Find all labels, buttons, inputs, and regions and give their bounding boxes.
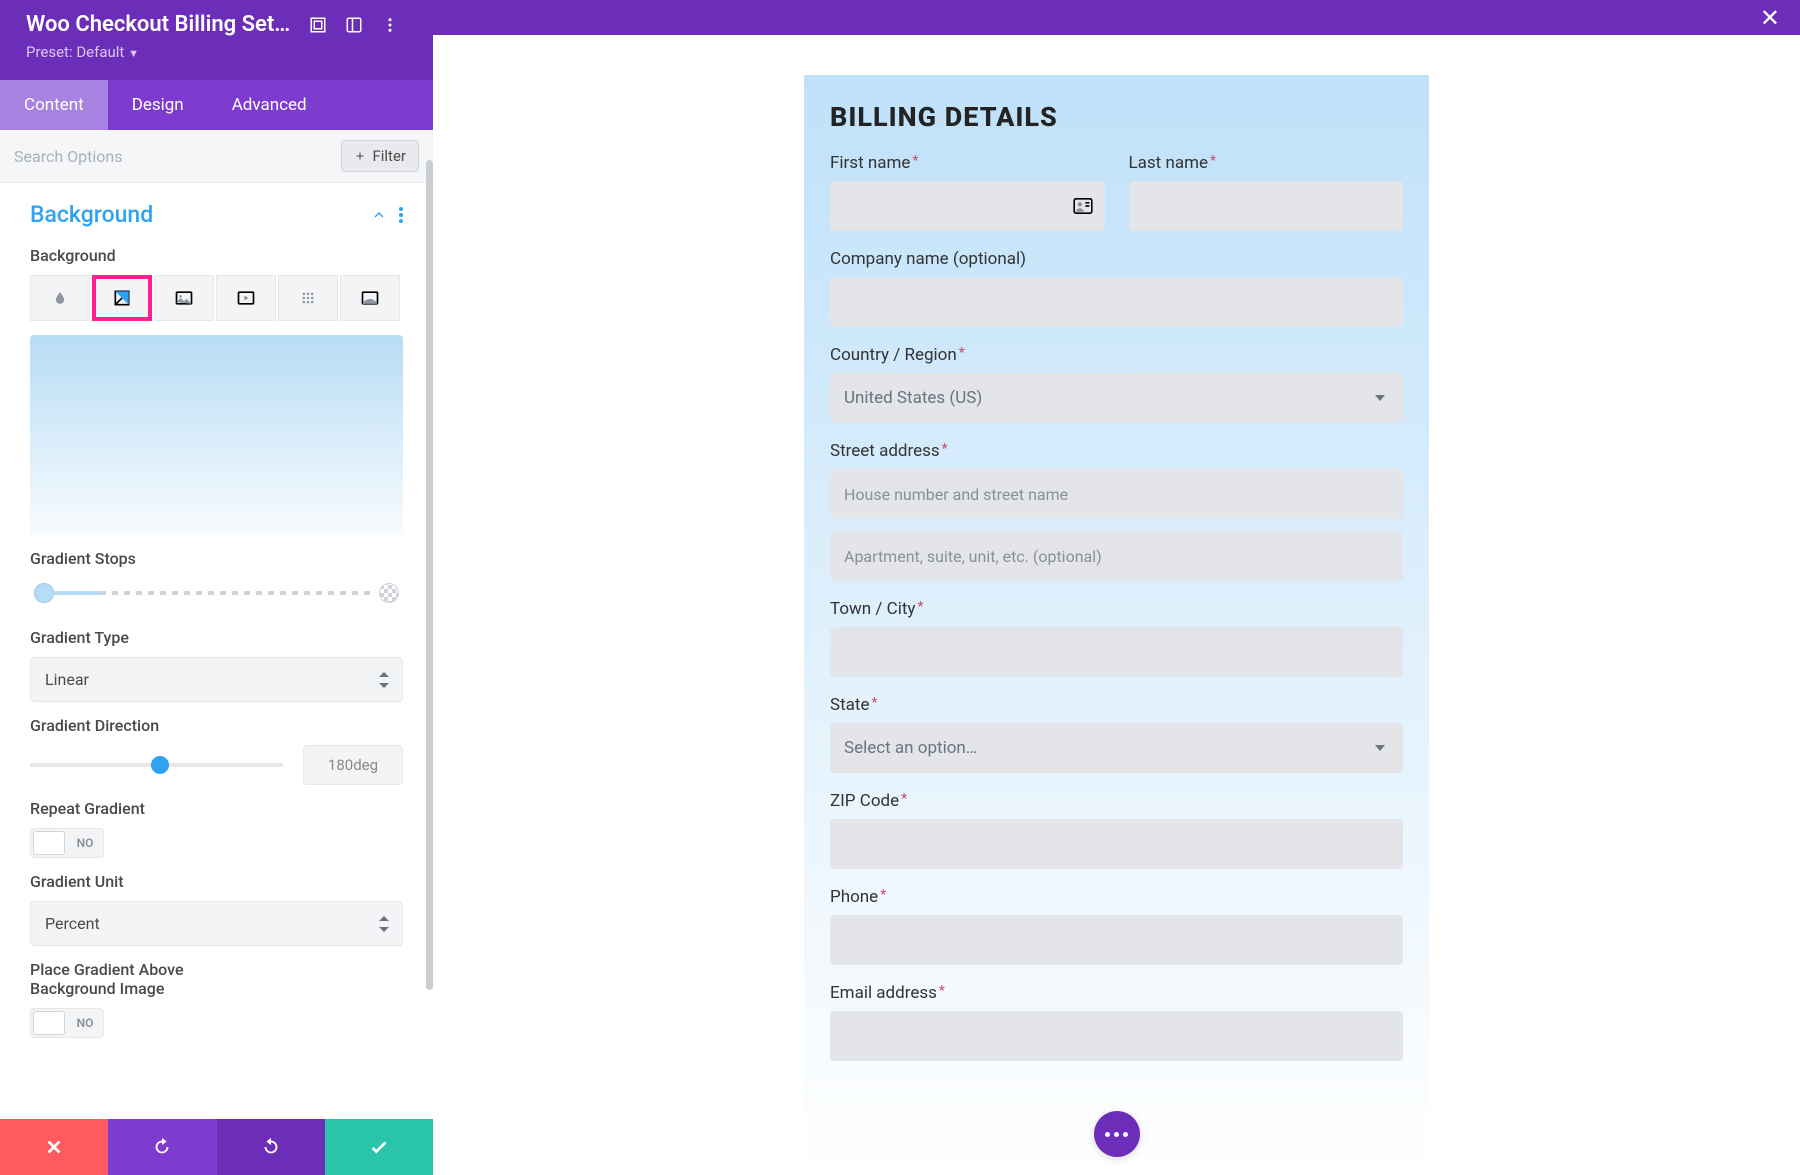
preset-dropdown[interactable]: Preset: Default ▼ xyxy=(26,43,413,61)
direction-slider-thumb[interactable] xyxy=(151,756,169,774)
chevron-down-icon xyxy=(1375,745,1385,751)
label-first-name: First name* xyxy=(830,153,1105,173)
undo-button[interactable] xyxy=(108,1119,216,1175)
settings-sidebar: Woo Checkout Billing Setti... Preset: De… xyxy=(0,0,433,1150)
tab-advanced[interactable]: Advanced xyxy=(208,80,331,130)
label-country: Country / Region* xyxy=(830,345,1403,365)
background-type-tabs xyxy=(30,275,403,321)
more-icon[interactable] xyxy=(381,16,399,34)
label-repeat: Repeat Gradient xyxy=(30,799,403,818)
tab-design[interactable]: Design xyxy=(108,80,208,130)
fab-more-button[interactable] xyxy=(1094,1111,1140,1157)
label-background: Background xyxy=(30,246,403,265)
scrollbar[interactable] xyxy=(426,160,433,990)
country-select[interactable]: United States (US) xyxy=(830,373,1403,423)
label-direction: Gradient Direction xyxy=(30,716,403,735)
section-title[interactable]: Background xyxy=(30,201,153,228)
module-title: Woo Checkout Billing Setti... xyxy=(26,12,291,37)
repeat-toggle[interactable]: NO xyxy=(30,828,104,858)
close-icon[interactable]: ✕ xyxy=(1760,4,1780,32)
gradient-type-select[interactable]: Linear xyxy=(30,657,403,702)
city-field[interactable] xyxy=(830,627,1403,677)
label-phone: Phone* xyxy=(830,887,1403,907)
gradient-stop-add[interactable] xyxy=(379,583,399,603)
state-select[interactable]: Select an option… xyxy=(830,723,1403,773)
module-header: Woo Checkout Billing Setti... Preset: De… xyxy=(0,0,433,80)
place-toggle[interactable]: NO xyxy=(30,1008,104,1038)
chevron-down-icon xyxy=(1375,395,1385,401)
street-field-1[interactable] xyxy=(830,469,1403,519)
direction-value[interactable]: 180deg xyxy=(303,745,403,785)
save-button[interactable] xyxy=(325,1119,433,1175)
label-company: Company name (optional) xyxy=(830,249,1403,269)
zip-field[interactable] xyxy=(830,819,1403,869)
action-bar xyxy=(0,1119,433,1175)
dots-icon xyxy=(1105,1132,1128,1137)
label-street: Street address* xyxy=(830,441,1403,461)
bg-tab-pattern[interactable] xyxy=(278,275,338,321)
billing-heading: BILLING DETAILS xyxy=(830,101,1403,133)
gradient-preview[interactable] xyxy=(30,335,403,535)
filter-button[interactable]: Filter xyxy=(341,140,419,172)
label-city: Town / City* xyxy=(830,599,1403,619)
gradient-stops-track[interactable] xyxy=(30,578,403,608)
search-input[interactable] xyxy=(14,147,341,166)
street-field-2[interactable] xyxy=(830,531,1403,581)
label-state: State* xyxy=(830,695,1403,715)
direction-slider[interactable] xyxy=(30,753,283,777)
bg-tab-gradient[interactable] xyxy=(92,275,152,321)
settings-tabs: Content Design Advanced xyxy=(0,80,433,130)
responsive-icon[interactable] xyxy=(345,16,363,34)
section-more-icon[interactable] xyxy=(399,207,403,223)
phone-field[interactable] xyxy=(830,915,1403,965)
select-caret-icon xyxy=(379,672,389,688)
billing-form: BILLING DETAILS First name* Last name* C… xyxy=(804,75,1429,1175)
chevron-up-icon[interactable] xyxy=(371,207,387,223)
contact-card-icon xyxy=(1073,198,1093,214)
first-name-field[interactable] xyxy=(830,181,1105,231)
search-row: Filter xyxy=(0,130,433,183)
label-last-name: Last name* xyxy=(1129,153,1404,173)
select-caret-icon xyxy=(379,916,389,932)
bg-tab-mask[interactable] xyxy=(340,275,400,321)
label-email: Email address* xyxy=(830,983,1403,1003)
label-type: Gradient Type xyxy=(30,628,403,647)
cancel-button[interactable] xyxy=(0,1119,108,1175)
label-place: Place Gradient Above Background Image xyxy=(30,960,230,998)
email-field[interactable] xyxy=(830,1011,1403,1061)
bg-tab-image[interactable] xyxy=(154,275,214,321)
preview-area: BILLING DETAILS First name* Last name* C… xyxy=(433,35,1800,1175)
label-zip: ZIP Code* xyxy=(830,791,1403,811)
label-unit: Gradient Unit xyxy=(30,872,403,891)
redo-button[interactable] xyxy=(217,1119,325,1175)
gradient-stop-1[interactable] xyxy=(34,583,54,603)
bg-tab-video[interactable] xyxy=(216,275,276,321)
gradient-unit-select[interactable]: Percent xyxy=(30,901,403,946)
label-stops: Gradient Stops xyxy=(30,549,403,568)
panel-body: Background Background Gradient Stops Gra… xyxy=(0,183,433,1150)
help-icon[interactable] xyxy=(309,16,327,34)
bg-tab-color[interactable] xyxy=(30,275,90,321)
plus-icon xyxy=(354,150,366,162)
last-name-field[interactable] xyxy=(1129,181,1404,231)
company-field[interactable] xyxy=(830,277,1403,327)
tab-content[interactable]: Content xyxy=(0,80,108,130)
